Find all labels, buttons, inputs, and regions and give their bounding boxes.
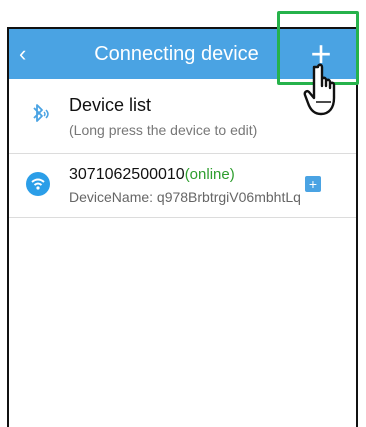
device-list-subtitle: (Long press the device to edit) (69, 122, 258, 138)
device-id: 3071062500010(online) (69, 166, 235, 184)
plus-icon: + (308, 176, 318, 192)
device-add-button[interactable]: + (305, 176, 321, 192)
pointing-hand-icon (303, 63, 336, 116)
device-list-title: Device list (69, 95, 152, 115)
device-status: (online) (184, 166, 235, 183)
bluetooth-icon (33, 104, 49, 122)
device-name: DeviceName: q978BrbtrgiV06mbhtLq (69, 189, 301, 205)
device-row[interactable]: 3071062500010(online) DeviceName: q978Br… (9, 154, 356, 218)
device-id-value: 3071062500010 (69, 166, 185, 183)
wifi-icon (26, 172, 50, 196)
